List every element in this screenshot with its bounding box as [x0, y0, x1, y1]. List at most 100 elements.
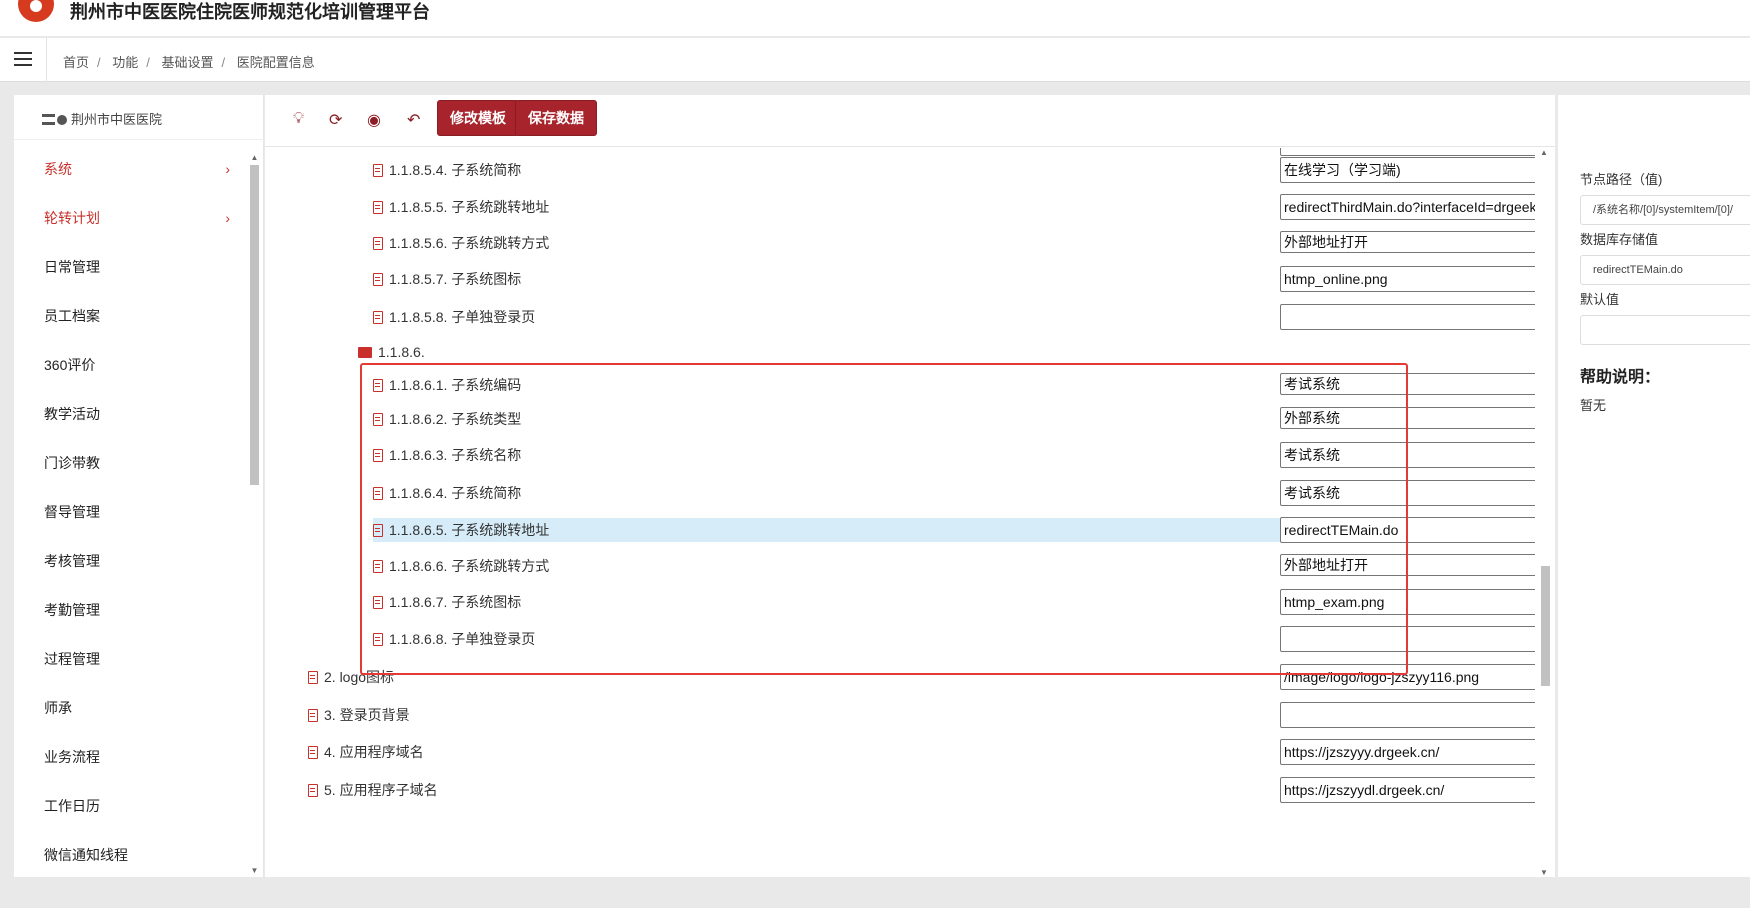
folder-open-icon [358, 347, 372, 358]
hospital-name: 荆州市中医医院 [71, 112, 163, 127]
help-text: 暂无 [1580, 398, 1607, 413]
breadcrumb-current: 医院配置信息 [236, 55, 315, 70]
sidebar-item-360[interactable]: 360评价 [14, 341, 244, 390]
sidebar-item-attendance[interactable]: 考勤管理 [14, 586, 244, 635]
hospital-selector[interactable]: 荆州市中医医院 [42, 109, 162, 128]
help-title: 帮助说明： [1580, 369, 1661, 386]
file-icon [373, 273, 383, 286]
main-scrollbar[interactable]: ▲ ▼ [1537, 148, 1553, 877]
tree-field[interactable] [1280, 304, 1535, 330]
tree-field[interactable]: https://jzszyyy.drgeek.cn/ [1280, 739, 1535, 765]
tree-folder-label: 1.1.8.6. [378, 344, 425, 360]
sidebar-item-label: 轮转计划 [44, 210, 100, 226]
tree-field[interactable]: https://jzszyydl.drgeek.cn/ [1280, 777, 1535, 803]
sidebar-item-system[interactable]: 系统 › [14, 145, 244, 194]
tree-node[interactable]: 1.1.8.5.6. 子系统跳转方式 [373, 231, 549, 255]
sidebar-item-workflow[interactable]: 业务流程 [14, 733, 244, 782]
scroll-up-icon[interactable]: ▲ [1540, 148, 1548, 157]
tree-folder[interactable]: 1.1.8.6. [358, 340, 425, 364]
default-value-input[interactable] [1580, 315, 1750, 345]
chevron-right-icon: › [225, 161, 230, 177]
file-icon [308, 709, 318, 722]
edit-template-button[interactable]: 修改模板 [437, 100, 519, 136]
tree-field[interactable]: redirectThirdMain.do?interfaceId=drgeek.… [1280, 194, 1535, 220]
toolbar: 💡︎ ⟳ ◉ ↶ 修改模板 保存数据 [265, 95, 1555, 147]
tree-node[interactable]: 1.1.8.5.8. 子单独登录页 [373, 305, 535, 329]
config-panel: 💡︎ ⟳ ◉ ↶ 修改模板 保存数据 1.1.8.5.4. 子系统简称 在线学习… [265, 95, 1555, 877]
bulb-icon[interactable]: 💡︎ [293, 110, 304, 128]
tree-field[interactable] [1280, 148, 1535, 156]
tree-node-label: 4. 应用程序域名 [324, 744, 424, 760]
sidebar-item-calendar[interactable]: 工作日历 [14, 782, 244, 831]
tree-node[interactable]: 1.1.8.5.4. 子系统简称 [373, 158, 521, 182]
sidebar-item-staff[interactable]: 员工档案 [14, 292, 244, 341]
sidebar-menu: 系统 › 轮转计划 › 日常管理 员工档案 360评价 教学活动 门诊带教 督导管理… [14, 145, 244, 880]
tree-node-label: 1.1.8.5.7. 子系统图标 [389, 271, 522, 287]
breadcrumb-home[interactable]: 首页 [63, 55, 89, 70]
scroll-thumb[interactable] [250, 165, 259, 485]
tree-node[interactable]: 3. 登录页背景 [308, 703, 410, 727]
sidebar-item-daily[interactable]: 日常管理 [14, 243, 244, 292]
db-value-label: 数据库存储值 [1580, 232, 1659, 247]
sidebar-item-clinic[interactable]: 门诊带教 [14, 439, 244, 488]
tree-node-label: 1.1.8.5.8. 子单独登录页 [389, 309, 536, 325]
sidebar-scrollbar[interactable]: ▲ ▼ [248, 153, 260, 875]
menu-toggle-icon[interactable] [14, 52, 32, 66]
tree-node-label: 1.1.8.5.5. 子系统跳转地址 [389, 199, 550, 215]
tree-field[interactable] [1280, 702, 1535, 728]
tree-node[interactable]: 1.1.8.5.7. 子系统图标 [373, 267, 521, 291]
refresh-icon[interactable]: ⟳ [329, 110, 342, 130]
property-panel: 节点路径（值) /系统名称/[0]/systemItem/[0]/ 数据库存储值… [1558, 95, 1750, 877]
chevron-right-icon: › [225, 210, 230, 226]
sidebar-item-wechat[interactable]: 微信通知线程 [14, 831, 244, 880]
default-value-label: 默认值 [1580, 292, 1620, 307]
node-path-input[interactable]: /系统名称/[0]/systemItem/[0]/ [1580, 195, 1750, 225]
sidebar-item-teaching[interactable]: 教学活动 [14, 390, 244, 439]
tree-node-label: 5. 应用程序子域名 [324, 782, 438, 798]
breadcrumb-bar: 首页 / 功能 / 基础设置 / 医院配置信息 [0, 38, 1750, 82]
breadcrumb-basic-settings[interactable]: 基础设置 [162, 55, 214, 70]
scroll-up-icon[interactable]: ▲ [250, 153, 259, 162]
tree-node[interactable]: 4. 应用程序域名 [308, 740, 424, 764]
scroll-down-icon[interactable]: ▼ [250, 866, 259, 875]
tree-node-label: 1.1.8.5.6. 子系统跳转方式 [389, 235, 550, 251]
file-icon [308, 671, 318, 684]
tree-node-label: 1.1.8.5.4. 子系统简称 [389, 162, 522, 178]
file-icon [373, 311, 383, 324]
sidebar-item-rotation-plan[interactable]: 轮转计划 › [14, 194, 244, 243]
circle-icon [57, 115, 67, 125]
file-icon [308, 784, 318, 797]
sidebar-item-process[interactable]: 过程管理 [14, 635, 244, 684]
divider [46, 38, 47, 82]
save-data-button[interactable]: 保存数据 [515, 100, 597, 136]
list-icon [42, 114, 55, 125]
tree-node[interactable]: 5. 应用程序子域名 [308, 778, 438, 802]
sidebar-item-assessment[interactable]: 考核管理 [14, 537, 244, 586]
undo-icon[interactable]: ↶ [407, 110, 420, 130]
highlight-box [360, 363, 1408, 675]
node-path-label: 节点路径（值) [1580, 172, 1663, 187]
tree-field[interactable]: 在线学习（学习端) [1280, 157, 1535, 183]
divider [14, 139, 264, 140]
file-icon [373, 164, 383, 177]
scroll-down-icon[interactable]: ▼ [1540, 868, 1548, 877]
app-header: 荆州市中医医院住院医师规范化培训管理平台 [0, 0, 1750, 36]
breadcrumb: 首页 / 功能 / 基础设置 / 医院配置信息 [63, 55, 315, 70]
sidebar-item-label: 系统 [44, 161, 72, 177]
app-title: 荆州市中医医院住院医师规范化培训管理平台 [70, 2, 430, 22]
tree-node-label: 3. 登录页背景 [324, 707, 410, 723]
tree-field[interactable]: htmp_online.png [1280, 266, 1535, 292]
db-value-input[interactable]: redirectTEMain.do [1580, 255, 1750, 285]
sidebar-item-supervision[interactable]: 督导管理 [14, 488, 244, 537]
file-icon [373, 201, 383, 214]
sidebar-item-mentorship[interactable]: 师承 [14, 684, 244, 733]
tree-select[interactable]: 外部地址打开 [1280, 231, 1535, 253]
scroll-thumb[interactable] [1541, 566, 1550, 686]
sidebar: 荆州市中医医院 系统 › 轮转计划 › 日常管理 员工档案 360评价 教学活动 门… [14, 95, 264, 877]
app-logo-icon [18, 0, 54, 22]
file-icon [308, 746, 318, 759]
eye-icon[interactable]: ◉ [367, 110, 381, 130]
file-icon [373, 237, 383, 250]
tree-node[interactable]: 1.1.8.5.5. 子系统跳转地址 [373, 195, 549, 219]
breadcrumb-function[interactable]: 功能 [112, 55, 138, 70]
